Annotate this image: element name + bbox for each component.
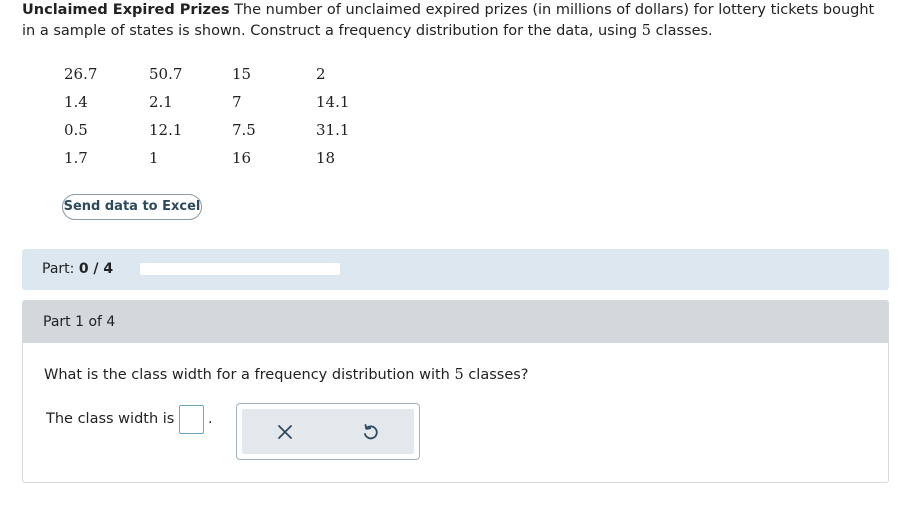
table-cell: 1.7 (64, 149, 88, 167)
table-cell: 16 (232, 149, 252, 167)
close-icon (278, 425, 292, 439)
data-table: 26.7 50.7 15 2 1.4 2.1 7 14.1 0.5 12.1 7… (64, 60, 376, 172)
progress-track (140, 263, 340, 275)
question-num-classes: 5 (454, 367, 464, 383)
part-progress-prefix: Part: (42, 261, 75, 277)
table-cell: 1.4 (64, 93, 88, 111)
table-row: 1.7 1 16 18 (64, 144, 376, 172)
send-data-to-excel-button[interactable]: Send data to Excel (62, 194, 202, 220)
undo-button[interactable] (355, 417, 385, 447)
table-cell: 18 (316, 149, 336, 167)
table-cell: 2.1 (149, 93, 173, 111)
table-cell: 26.7 (64, 65, 98, 83)
question-text-end: classes? (468, 367, 529, 383)
part-panel: Part 1 of 4 What is the class width for … (22, 300, 889, 483)
part-header: Part 1 of 4 (23, 301, 888, 343)
table-cell: 50.7 (149, 65, 183, 83)
problem-title: Unclaimed Expired Prizes (22, 2, 230, 18)
answer-tools-inner (242, 409, 414, 454)
question-text: What is the class width for a frequency … (44, 367, 529, 383)
answer-period: . (208, 411, 213, 427)
part-progress-label: Part: 0 / 4 (42, 261, 113, 277)
undo-icon (364, 424, 378, 440)
table-cell: 7 (232, 93, 242, 111)
clear-button[interactable] (270, 417, 300, 447)
table-cell: 15 (232, 65, 252, 83)
table-cell: 2 (316, 65, 326, 83)
part-progress-value: 0 / 4 (78, 261, 114, 277)
table-cell: 0.5 (64, 121, 88, 139)
table-cell: 12.1 (149, 121, 183, 139)
question-text-start: What is the class width for a frequency … (44, 367, 450, 383)
table-cell: 14.1 (316, 93, 350, 111)
problem-statement: Unclaimed Expired Prizes The number of u… (22, 0, 892, 42)
part-progress-bar: Part: 0 / 4 (22, 249, 889, 290)
table-row: 0.5 12.1 7.5 31.1 (64, 116, 376, 144)
problem-num-classes: 5 (641, 23, 651, 39)
table-cell: 7.5 (232, 121, 256, 139)
table-cell: 31.1 (316, 121, 350, 139)
class-width-input[interactable] (179, 405, 204, 434)
problem-text-end: classes. (655, 23, 713, 39)
table-cell: 1 (149, 149, 159, 167)
part-header-label: Part 1 of 4 (43, 314, 116, 330)
table-row: 26.7 50.7 15 2 (64, 60, 376, 88)
answer-label: The class width is (46, 411, 175, 427)
answer-tools-panel (236, 403, 420, 460)
table-row: 1.4 2.1 7 14.1 (64, 88, 376, 116)
